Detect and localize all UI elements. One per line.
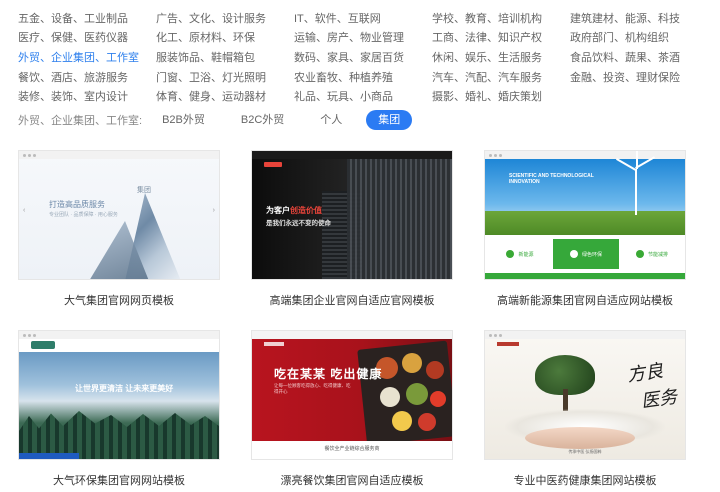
category-link[interactable]: 门窗、卫浴、灯光照明 <box>156 69 294 85</box>
category-link[interactable]: 礼品、玩具、小商品 <box>294 88 432 104</box>
calligraphy-text: 医务 <box>639 386 679 413</box>
template-thumbnail[interactable]: 方良 医务 传承中医 弘扬国粹 <box>484 330 686 460</box>
food-image <box>392 411 412 431</box>
tree-image <box>563 389 568 411</box>
filter-chip-group[interactable]: 集团 <box>366 110 413 130</box>
filter-label: 外贸、企业集团、工作室: <box>18 115 143 127</box>
category-row: 外贸、企业集团、工作室 服装饰品、鞋帽箱包 数码、家具、家居百货 休闲、娱乐、生活服务… <box>18 47 708 67</box>
category-link[interactable]: 化工、原材料、环保 <box>156 29 294 45</box>
filter-bar: 外贸、企业集团、工作室: B2B外贸 B2C外贸 个人 集团 <box>18 110 424 130</box>
template-title[interactable]: 大气集团官网网页模板 <box>18 292 220 308</box>
category-link[interactable]: 汽车、汽配、汽车服务 <box>432 69 570 85</box>
leaf-icon <box>506 250 515 258</box>
preview-headline: 让世界更清洁 让未来更美好 <box>75 384 174 393</box>
category-row: 装修、装饰、室内设计 体育、健身、运动器材 礼品、玩具、小商品 摄影、婚礼、婚庆策划 <box>18 86 708 106</box>
template-title[interactable]: 大气环保集团官网网站模板 <box>18 472 220 488</box>
food-image <box>430 391 446 407</box>
preview-headline: 为客户创造价值 <box>266 206 322 215</box>
preview-tag: 集团 <box>137 187 151 194</box>
food-image <box>380 387 400 407</box>
template-thumbnail[interactable]: 让世界更清洁 让未来更美好 <box>18 330 220 460</box>
browser-bar <box>19 151 219 159</box>
accent-strip <box>19 453 79 459</box>
category-link[interactable]: 广告、文化、设计服务 <box>156 10 294 26</box>
category-link[interactable]: IT、软件、互联网 <box>294 10 432 26</box>
template-title[interactable]: 漂亮餐饮集团官网自适应模板 <box>251 472 453 488</box>
browser-bar <box>19 331 219 339</box>
leaf-icon <box>569 250 578 258</box>
calligraphy-text: 方良 <box>625 360 665 387</box>
feature-tile: 节能减排 <box>619 239 685 269</box>
chevron-right-icon: › <box>212 207 215 214</box>
category-link[interactable]: 餐饮、酒店、旅游服务 <box>18 69 156 85</box>
browser-bar <box>252 331 452 339</box>
food-image <box>418 413 436 431</box>
filter-chip-b2c[interactable]: B2C外贸 <box>229 110 296 130</box>
browser-bar <box>252 151 452 159</box>
category-link[interactable]: 外贸、企业集团、工作室 <box>18 49 156 65</box>
category-link[interactable]: 工商、法律、知识产权 <box>432 29 570 45</box>
template-thumbnail[interactable]: 打造高品质服务 专业团队 · 品质保障 · 用心服务 集团 ‹ › <box>18 150 220 280</box>
category-link[interactable]: 数码、家具、家居百货 <box>294 49 432 65</box>
tower-image <box>347 159 452 279</box>
filter-chip-b2b[interactable]: B2B外贸 <box>150 110 217 130</box>
preview-headline: 打造高品质服务 <box>49 200 105 209</box>
food-image <box>402 353 422 373</box>
preview-subline: 专业团队 · 品质保障 · 用心服务 <box>49 212 118 218</box>
category-link[interactable]: 运输、房产、物业管理 <box>294 29 432 45</box>
category-link[interactable]: 装修、装饰、室内设计 <box>18 88 156 104</box>
feature-tile: 绿色环保 <box>553 239 619 269</box>
preview-footer: 餐饮全产业链综合服务商 <box>324 446 380 452</box>
category-link[interactable]: 五金、设备、工业制品 <box>18 10 156 26</box>
hand-image <box>525 427 635 449</box>
preview-headline: SCIENTIFIC AND TECHNOLOGICAL INNOVATION <box>509 173 594 185</box>
preview-headline: 吃在某某 吃出健康 <box>274 367 383 381</box>
chevron-left-icon: ‹ <box>23 207 26 214</box>
category-link[interactable]: 学校、教育、培训机构 <box>432 10 570 26</box>
food-image <box>426 361 444 379</box>
template-thumbnail[interactable]: 吃在某某 吃出健康 让每一位顾客吃得放心、吃得健康、吃得开心 餐饮全产业链综合服… <box>251 330 453 460</box>
category-grid: 五金、设备、工业制品 广告、文化、设计服务 IT、软件、互联网 学校、教育、培训机构建… <box>18 8 708 106</box>
category-link[interactable]: 医疗、保健、医药仪器 <box>18 29 156 45</box>
category-row: 医疗、保健、医药仪器 化工、原材料、环保 运输、房产、物业管理 工商、法律、知识产权政… <box>18 28 708 48</box>
footer-strip <box>485 273 685 279</box>
feature-tile: 新能源 <box>487 239 553 269</box>
food-image <box>406 383 428 405</box>
category-row: 五金、设备、工业制品 广告、文化、设计服务 IT、软件、互联网 学校、教育、培训机构建… <box>18 8 708 28</box>
leaf-icon <box>635 250 644 258</box>
preview-footer: 传承中医 弘扬国粹 <box>568 449 602 454</box>
turbine-blade <box>636 151 638 169</box>
category-link[interactable]: 政府部门、机构组织 <box>570 29 708 45</box>
category-link[interactable]: 食品饮料、蔬果、茶酒 <box>570 49 708 65</box>
preview-subline: 让每一位顾客吃得放心、吃得健康、吃得开心 <box>274 383 351 394</box>
template-thumbnail[interactable]: SCIENTIFIC AND TECHNOLOGICAL INNOVATION … <box>484 150 686 280</box>
category-link[interactable]: 农业畜牧、种植养殖 <box>294 69 432 85</box>
site-logo <box>497 342 519 346</box>
template-thumbnail[interactable]: 为客户创造价值 是我们永远不变的使命 <box>251 150 453 280</box>
category-link[interactable]: 休闲、娱乐、生活服务 <box>432 49 570 65</box>
template-title[interactable]: 高端新能源集团官网自适应网站模板 <box>484 292 686 308</box>
filter-chip-personal[interactable]: 个人 <box>308 110 354 130</box>
category-row: 餐饮、酒店、旅游服务 门窗、卫浴、灯光照明 农业畜牧、种植养殖 汽车、汽配、汽车服务金… <box>18 67 708 87</box>
preview-subline: 是我们永远不变的使命 <box>266 220 331 227</box>
category-link[interactable]: 体育、健身、运动器材 <box>156 88 294 104</box>
template-title[interactable]: 专业中医药健康集团网站模板 <box>484 472 686 488</box>
field-image <box>485 211 685 235</box>
template-title[interactable]: 高端集团企业官网自适应官网模板 <box>251 292 453 308</box>
category-link[interactable]: 建筑建材、能源、科技 <box>570 10 708 26</box>
site-logo <box>264 342 284 346</box>
wind-turbine-icon <box>635 169 637 215</box>
site-logo <box>264 162 282 167</box>
site-logo <box>31 341 55 349</box>
browser-bar <box>485 331 685 339</box>
category-link[interactable]: 摄影、婚礼、婚庆策划 <box>432 88 570 104</box>
category-link[interactable]: 服装饰品、鞋帽箱包 <box>156 49 294 65</box>
category-link[interactable]: 金融、投资、理财保险 <box>570 69 708 85</box>
